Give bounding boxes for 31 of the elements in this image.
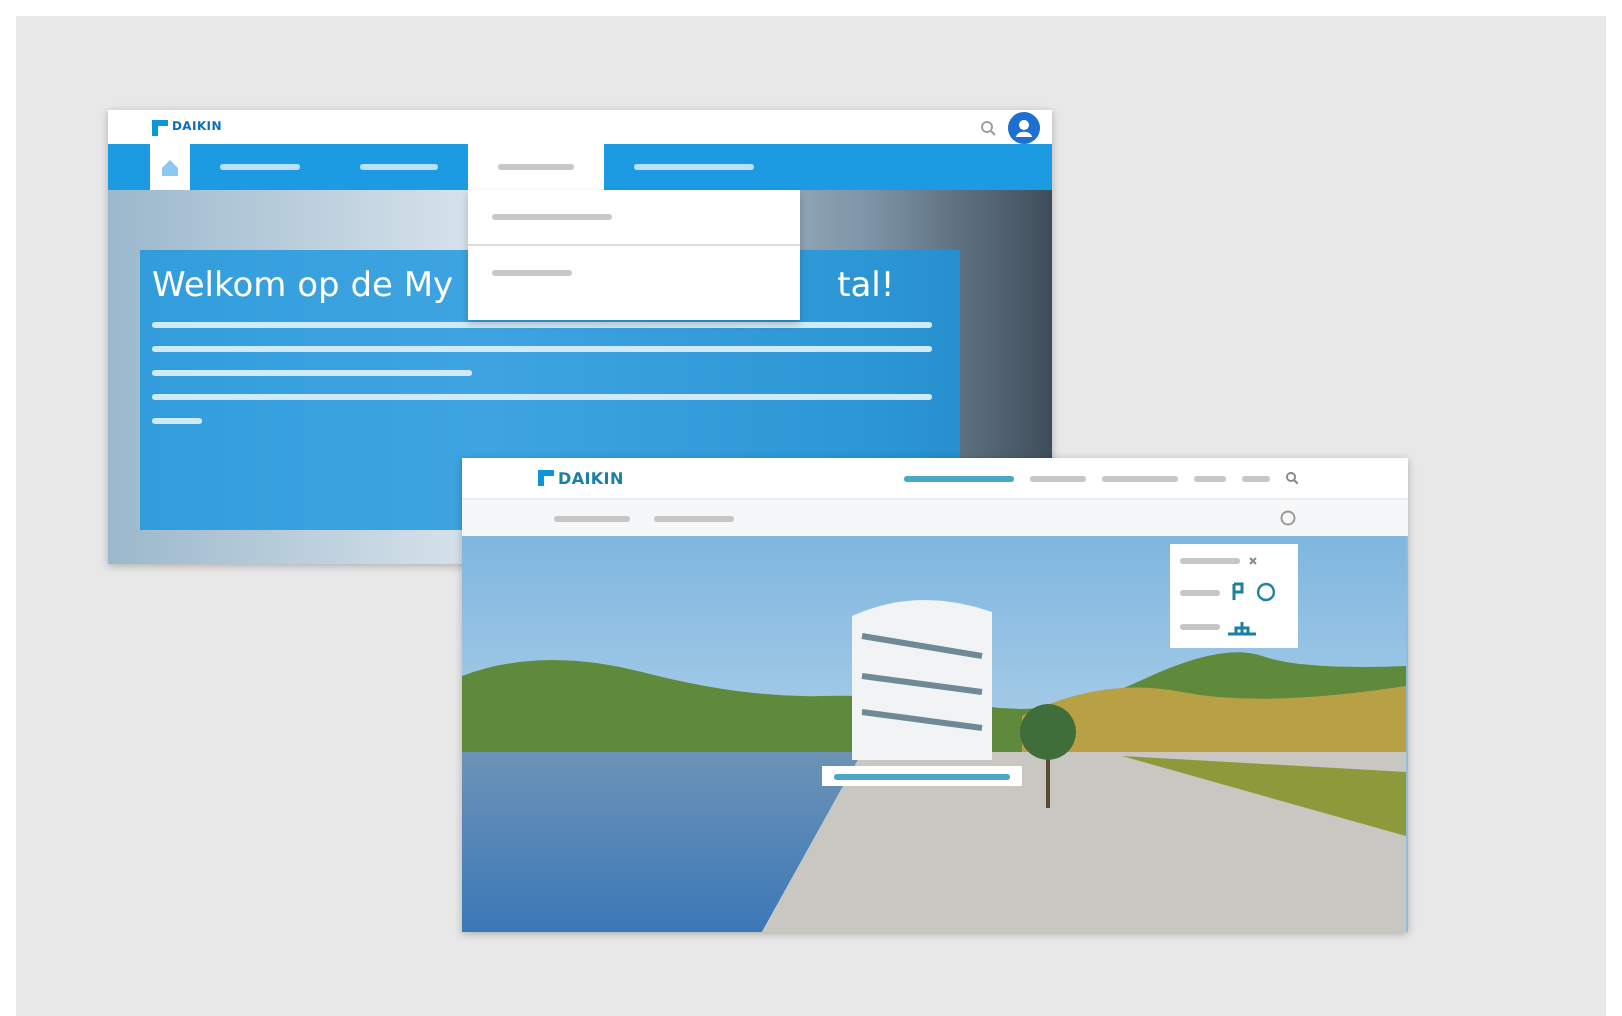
logo-mark-icon	[538, 470, 554, 487]
illegible-text	[1180, 589, 1220, 596]
illegible-text	[1180, 558, 1240, 565]
illegible-text	[554, 515, 630, 522]
circle-icon	[1256, 582, 1276, 603]
illegible-text	[904, 475, 1014, 482]
illegible-text	[492, 270, 572, 276]
building-label[interactable]	[822, 766, 1022, 786]
illegible-text	[360, 164, 438, 170]
illegible-text	[1242, 475, 1270, 482]
illegible-text	[1180, 624, 1220, 631]
hero-heading: tal!	[837, 266, 895, 306]
search-icon	[980, 119, 996, 135]
home-tab[interactable]	[150, 144, 190, 190]
home-icon	[162, 159, 178, 175]
circle-icon	[1280, 510, 1296, 527]
illegible-text	[1030, 475, 1086, 482]
flag-icon	[1228, 582, 1248, 603]
illegible-text	[220, 164, 300, 170]
chart-icon	[1228, 619, 1256, 636]
illegible-text	[1194, 475, 1226, 482]
logo[interactable]: DAIKIN	[538, 469, 624, 488]
search-icon	[1286, 472, 1298, 485]
illegible-text	[654, 515, 734, 522]
illegible-text	[634, 164, 754, 170]
close-icon	[1248, 556, 1258, 567]
illegible-text	[492, 214, 612, 220]
hero-heading: Welkom op de My	[152, 266, 454, 306]
logo-mark-icon	[152, 119, 168, 135]
illegible-text	[498, 164, 574, 170]
illegible-text	[1102, 475, 1178, 482]
